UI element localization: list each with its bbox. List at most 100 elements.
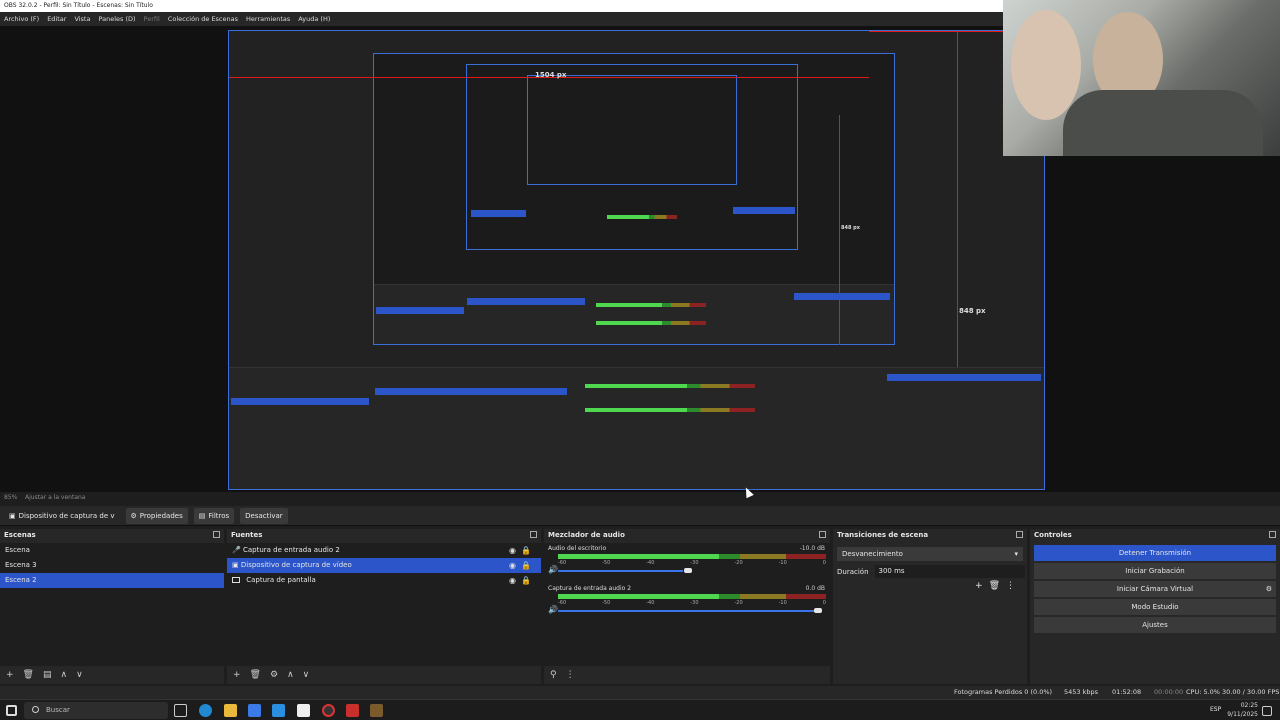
edge-icon[interactable] — [199, 704, 212, 717]
gear-icon[interactable]: ⚙ — [270, 670, 278, 680]
volume-slider[interactable] — [558, 570, 683, 572]
nested-selected-row — [471, 210, 526, 217]
nested-docks — [374, 284, 894, 344]
taskbar-search[interactable]: Buscar — [24, 702, 168, 719]
add-icon[interactable]: + — [975, 581, 989, 591]
speaker-icon[interactable]: 🔊 — [548, 605, 558, 614]
mixer-channels: Audio del escritorio -10.0 dB -60 -50 -40-… — [544, 543, 830, 666]
lock-icon[interactable]: 🔒 — [521, 546, 536, 555]
filter-icon[interactable]: ▤ — [43, 670, 52, 680]
clock-date: 9/11/2025 — [1227, 711, 1258, 718]
eye-icon[interactable]: ◉ — [509, 561, 521, 570]
arrow-up-icon[interactable]: ∧ — [61, 670, 68, 680]
start-recording-button[interactable]: Iniciar Grabación — [1034, 563, 1276, 579]
preview-source-frame[interactable]: 1504 px 848 px 848 px — [228, 30, 1045, 490]
scene-item-escena-3[interactable]: Escena 3 — [0, 558, 224, 573]
undock-icon[interactable] — [530, 531, 537, 538]
source-item-screen-capture[interactable]: Captura de pantalla ◉🔒 — [227, 573, 541, 588]
fit-window-label[interactable]: Ajustar a la ventana — [25, 494, 86, 501]
nested-meter-b — [596, 321, 706, 325]
app-icon[interactable] — [370, 704, 383, 717]
mixer-dock-title: Mezclador de audio — [544, 529, 830, 541]
mic-icon: 🎤 — [232, 546, 241, 554]
channel-db: -10.0 dB — [799, 545, 825, 552]
scene-item-escena-2[interactable]: Escena 2 — [0, 573, 224, 588]
more-icon[interactable]: ⋮ — [1006, 581, 1021, 591]
undock-icon[interactable] — [819, 531, 826, 538]
arrow-down-icon[interactable]: ∨ — [303, 670, 310, 680]
transition-select[interactable]: Desvanecimiento — [837, 547, 1023, 561]
lock-icon[interactable]: 🔒 — [521, 576, 536, 585]
arrow-up-icon[interactable]: ∧ — [287, 670, 294, 680]
menu-vista[interactable]: Vista — [74, 15, 90, 23]
eye-icon[interactable]: ◉ — [509, 576, 521, 585]
menu-ayuda[interactable]: Ayuda (H) — [298, 15, 330, 23]
studio-mode-button[interactable]: Modo Estudio — [1034, 599, 1276, 615]
settings-button[interactable]: Ajustes — [1034, 617, 1276, 633]
stop-stream-button[interactable]: Detener Transmisión — [1034, 545, 1276, 561]
undock-icon[interactable] — [1269, 531, 1276, 538]
start-virtual-cam-button[interactable]: Iniciar Cámara Virtual ⚙ — [1034, 581, 1276, 597]
scene-item-escena[interactable]: Escena — [0, 543, 224, 558]
zoom-value[interactable]: 85% — [4, 494, 17, 501]
undock-icon[interactable] — [1016, 531, 1023, 538]
transitions-dock: Transiciones de escena Desvanecimiento D… — [833, 529, 1027, 684]
youtube-icon[interactable] — [346, 704, 359, 717]
volume-knob[interactable] — [814, 608, 822, 613]
source-item-video-capture[interactable]: ▣ Dispositivo de captura de vídeo ◉🔒 — [227, 558, 541, 573]
store-icon[interactable] — [248, 704, 261, 717]
tick-label: -20 — [734, 600, 743, 606]
notepad-icon[interactable] — [297, 704, 310, 717]
duration-input[interactable]: 300 ms — [874, 565, 1025, 578]
language-indicator[interactable]: ESP — [1210, 706, 1221, 713]
channel-name: Captura de entrada audio 2 — [548, 585, 632, 592]
taskbar: Buscar ESP 02:25 9/11/2025 — [0, 699, 1280, 720]
undock-icon[interactable] — [213, 531, 220, 538]
menu-archivo[interactable]: Archivo (F) — [4, 15, 39, 23]
menu-paneles[interactable]: Paneles (D) — [98, 15, 135, 23]
duration-row: Duración 300 ms — [833, 565, 1027, 578]
nested-capture-1 — [373, 53, 895, 345]
menu-editar[interactable]: Editar — [47, 15, 66, 23]
menu-perfil[interactable]: Perfil — [144, 15, 160, 23]
add-icon[interactable]: + — [233, 670, 241, 680]
audio-mixer-dock: Mezclador de audio Audio del escritorio … — [544, 529, 830, 684]
notification-icon[interactable] — [1262, 706, 1272, 716]
file-explorer-icon[interactable] — [224, 704, 237, 717]
sources-title: Fuentes — [231, 531, 263, 539]
tick-label: -20 — [734, 560, 743, 566]
more-icon[interactable]: ⋮ — [566, 670, 575, 680]
mixer-toolbar: ⚲ ⋮ — [544, 666, 830, 684]
filters-button[interactable]: ▤ Filtros — [193, 507, 235, 524]
mail-icon[interactable] — [272, 704, 285, 717]
measure-label-1: 1504 px — [535, 71, 567, 79]
menu-coleccion-escenas[interactable]: Colección de Escenas — [168, 15, 238, 23]
source-item-audio-input[interactable]: 🎤 Captura de entrada audio 2 ◉🔒 — [227, 543, 541, 558]
gear-icon[interactable]: ⚙ — [1266, 581, 1272, 597]
taskbar-clock[interactable]: 02:25 9/11/2025 — [1227, 701, 1258, 719]
properties-button[interactable]: ⚙ Propiedades — [125, 507, 188, 524]
volume-slider[interactable] — [558, 610, 820, 612]
cpu-usage: CPU: 5.0% — [1186, 688, 1220, 696]
menu-herramientas[interactable]: Herramientas — [246, 15, 290, 23]
deactivate-button[interactable]: Desactivar — [240, 507, 288, 524]
obs-icon[interactable] — [322, 704, 335, 717]
speaker-icon[interactable]: 🔊 — [548, 565, 558, 574]
trash-icon[interactable]: 🗑 — [250, 670, 261, 680]
link-icon[interactable]: ⚲ — [550, 670, 557, 680]
task-view-icon[interactable] — [174, 704, 187, 717]
lock-icon[interactable]: 🔒 — [521, 561, 536, 570]
windows-start-icon[interactable] — [6, 705, 17, 716]
volume-knob[interactable] — [684, 568, 692, 573]
trash-icon[interactable]: 🗑 — [23, 670, 34, 680]
eye-icon[interactable]: ◉ — [509, 546, 521, 555]
scenes-list: Escena Escena 3 Escena 2 — [0, 543, 224, 666]
trash-icon[interactable]: 🗑 — [989, 581, 1006, 591]
captured-docks — [229, 367, 1044, 489]
add-icon[interactable]: + — [6, 670, 14, 680]
properties-label: Propiedades — [139, 511, 183, 520]
arrow-down-icon[interactable]: ∨ — [76, 670, 83, 680]
search-placeholder: Buscar — [46, 706, 70, 714]
source-row-icons: ◉🔒 — [509, 543, 536, 558]
scenes-dock: Escenas Escena Escena 3 Escena 2 + 🗑 ▤ ∧… — [0, 529, 224, 684]
